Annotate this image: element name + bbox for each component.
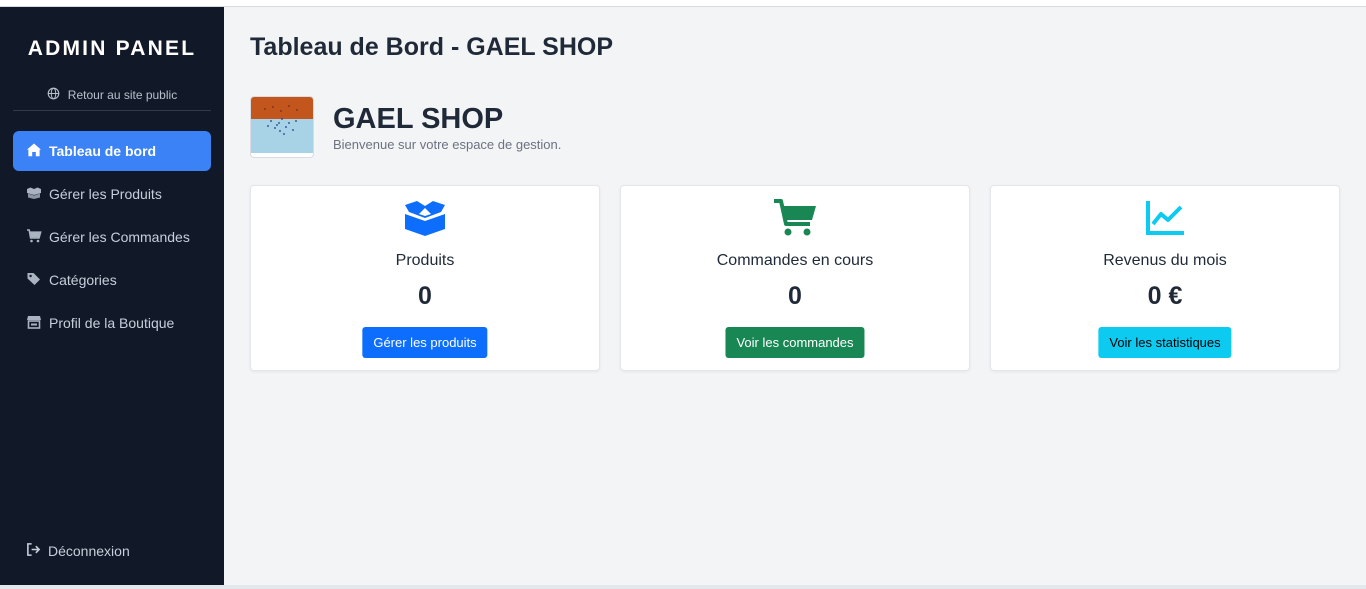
stat-card-orders: Commandes en cours 0 Voir les commandes (620, 185, 970, 371)
tags-icon (26, 271, 42, 290)
window-bottom-edge (0, 585, 1366, 589)
sidebar: ADMIN PANEL Retour au site public Tablea… (0, 7, 224, 585)
sidebar-item-orders[interactable]: Gérer les Commandes (13, 217, 211, 257)
page-title: Tableau de Bord - GAEL SHOP (250, 33, 614, 61)
view-orders-button[interactable]: Voir les commandes (725, 327, 865, 358)
sidebar-item-categories[interactable]: Catégories (13, 260, 211, 300)
home-icon (26, 142, 42, 161)
shop-header: GAEL SHOP Bienvenue sur votre espace de … (250, 96, 561, 158)
stat-card-revenue: Revenus du mois 0 € Voir les statistique… (990, 185, 1340, 371)
box-open-icon (251, 198, 599, 238)
shopping-cart-icon (621, 198, 969, 238)
shop-info: GAEL SHOP Bienvenue sur votre espace de … (333, 103, 561, 152)
card-value: 0 € (1147, 282, 1183, 310)
window-top-edge (0, 0, 1366, 7)
sidebar-item-label: Tableau de bord (49, 143, 157, 159)
logout-label: Déconnexion (48, 543, 130, 559)
logout-link[interactable]: Déconnexion (26, 542, 130, 560)
boxes-icon (26, 185, 42, 204)
sidebar-item-products[interactable]: Gérer les Produits (13, 174, 211, 214)
shop-subtitle: Bienvenue sur votre espace de gestion. (333, 136, 562, 152)
shop-name: GAEL SHOP (333, 102, 504, 135)
sidebar-nav: Tableau de bord Gérer les Produits Gérer… (13, 131, 211, 346)
public-link-label: Retour au site public (67, 88, 178, 102)
card-title: Revenus du mois (1103, 252, 1227, 269)
sidebar-item-label: Gérer les Produits (49, 186, 162, 202)
card-title: Commandes en cours (716, 252, 874, 269)
sidebar-item-shop-profile[interactable]: Profil de la Boutique (13, 303, 211, 343)
sign-out-icon (26, 542, 41, 560)
stat-card-products: Produits 0 Gérer les produits (250, 185, 600, 371)
sidebar-item-label: Profil de la Boutique (49, 315, 175, 331)
chart-line-icon (991, 198, 1339, 238)
cart-icon (26, 228, 42, 247)
brand-title: ADMIN PANEL (27, 37, 197, 60)
card-value: 0 (788, 282, 802, 310)
card-value: 0 (418, 282, 432, 310)
sidebar-item-dashboard[interactable]: Tableau de bord (13, 131, 211, 171)
manage-products-button[interactable]: Gérer les produits (362, 327, 488, 358)
globe-icon (47, 87, 60, 103)
card-title: Produits (395, 252, 455, 269)
public-site-link[interactable]: Retour au site public (0, 87, 224, 103)
store-icon (26, 314, 42, 333)
sidebar-divider (13, 110, 211, 111)
view-statistics-button[interactable]: Voir les statistiques (1098, 327, 1232, 358)
sidebar-item-label: Gérer les Commandes (49, 229, 190, 245)
sidebar-item-label: Catégories (49, 272, 117, 288)
shop-logo (250, 96, 314, 158)
